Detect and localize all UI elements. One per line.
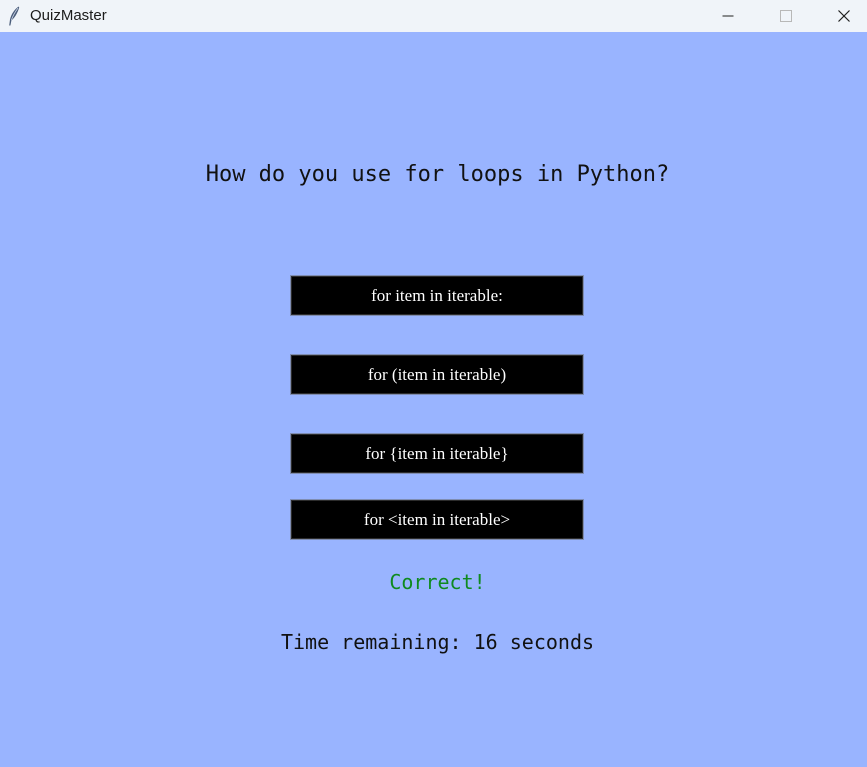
quiz-panel: How do you use for loops in Python? for … [0,32,867,767]
feather-icon [9,6,20,26]
answer-button-3[interactable]: for {item in iterable} [290,433,584,474]
answer-button-1[interactable]: for item in iterable: [290,275,584,316]
answer-button-2[interactable]: for (item in iterable) [290,354,584,395]
question-text: How do you use for loops in Python? [205,162,670,187]
minimize-button[interactable] [699,0,757,32]
timer-label: Time remaining: 16 seconds [280,630,595,654]
feedback-label: Correct! [389,570,486,594]
close-button[interactable] [815,0,867,32]
window-title: QuizMaster [30,7,107,24]
maximize-button[interactable] [757,0,815,32]
maximize-icon [780,10,792,22]
answer-button-4[interactable]: for <item in iterable> [290,499,584,540]
quizmaster-window: QuizMaster How do you use for loops in P… [0,0,867,767]
minimize-icon [722,15,734,17]
close-icon [838,10,850,22]
title-bar[interactable]: QuizMaster [0,0,867,32]
